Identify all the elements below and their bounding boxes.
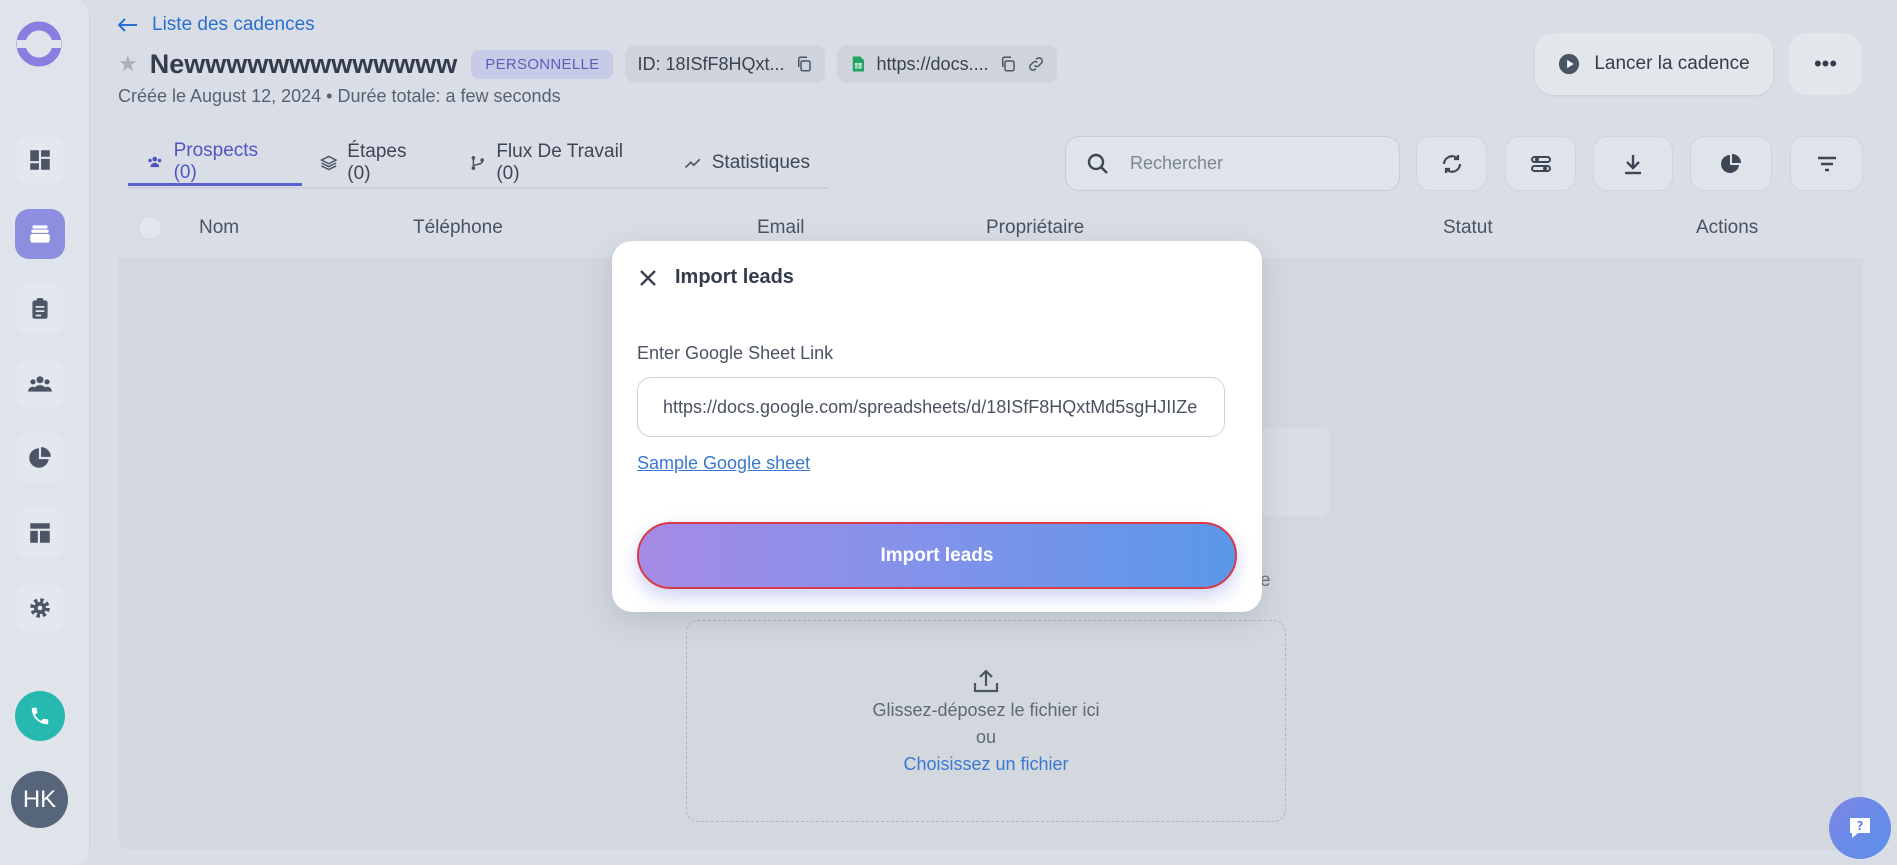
help-chat-button[interactable]: ? [1829, 797, 1891, 859]
sheet-link-value: https://docs.google.com/spreadsheets/d/1… [663, 396, 1198, 417]
modal-title: Import leads [675, 266, 794, 288]
import-leads-modal: Import leads Enter Google Sheet Link htt… [612, 241, 1262, 612]
close-icon[interactable] [638, 268, 658, 288]
sheet-link-input[interactable]: https://docs.google.com/spreadsheets/d/1… [637, 377, 1225, 437]
sheet-link-label: Enter Google Sheet Link [637, 343, 834, 363]
svg-text:?: ? [1857, 819, 1864, 833]
import-leads-label: Import leads [880, 544, 994, 566]
import-leads-button[interactable]: Import leads [637, 522, 1237, 589]
sample-sheet-link[interactable]: Sample Google sheet [637, 453, 810, 474]
chat-help-icon: ? [1850, 818, 1870, 838]
